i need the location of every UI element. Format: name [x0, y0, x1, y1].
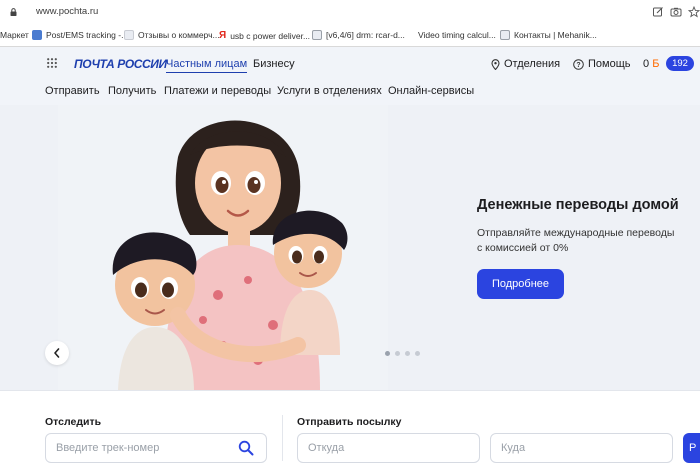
carousel-dot[interactable] — [385, 351, 390, 356]
subnav-office-services[interactable]: Услуги в отделениях — [277, 85, 382, 97]
bookmark-label: Video timing calcul... — [418, 30, 496, 40]
more-details-button[interactable]: Подробнее — [477, 269, 564, 299]
location-pin-icon — [491, 58, 500, 70]
document-favicon-icon — [312, 30, 322, 40]
hero-illustration — [58, 105, 388, 390]
svg-text:?: ? — [576, 62, 580, 69]
bookmark-item[interactable]: Я usb c power deliver... — [219, 30, 310, 41]
bookmark-label: Отзывы о коммерч... — [138, 30, 220, 40]
carousel-dot[interactable] — [405, 351, 410, 356]
chevron-left-icon — [54, 348, 60, 358]
bookmark-label: Post/EMS tracking -... — [46, 30, 129, 40]
nav-private-persons[interactable]: Частным лицам — [166, 58, 248, 73]
calculate-button[interactable]: Р — [683, 433, 700, 463]
edit-icon[interactable] — [652, 6, 664, 18]
nav-business[interactable]: Бизнесу — [253, 58, 295, 70]
subnav-online-services[interactable]: Онлайн-сервисы — [388, 85, 474, 97]
carousel-prev-button[interactable] — [45, 341, 69, 365]
help-link[interactable]: ? Помощь — [573, 58, 631, 70]
camera-icon[interactable] — [670, 6, 682, 18]
browser-address-bar: www.pochta.ru — [0, 0, 700, 25]
bookmark-label: Маркет — [0, 30, 29, 40]
hero-description: Отправляйте международные переводы с ком… — [477, 227, 675, 254]
bookmark-label: Контакты | Mehanik... — [514, 30, 597, 40]
points-value: 0 — [643, 58, 650, 70]
bookmark-item[interactable]: Отзывы о коммерч... — [124, 30, 220, 40]
points-balance[interactable]: 0 Б — [643, 58, 659, 70]
track-label: Отследить — [45, 416, 102, 428]
send-parcel-label: Отправить посылку — [297, 416, 402, 428]
carousel-dot[interactable] — [415, 351, 420, 356]
points-unit: Б — [652, 58, 660, 70]
document-favicon-icon — [500, 30, 510, 40]
lock-icon — [10, 8, 17, 16]
help-icon: ? — [573, 58, 584, 70]
yandex-favicon-icon: Я — [219, 30, 227, 41]
panel-divider — [282, 415, 283, 461]
search-icon[interactable] — [238, 440, 254, 456]
notification-badge[interactable]: 192 — [666, 56, 694, 71]
url-text[interactable]: www.pochta.ru — [36, 6, 98, 17]
bookmark-item[interactable]: [v6,4/6] drm: rcar-d... — [312, 30, 405, 40]
help-label: Помощь — [588, 58, 631, 70]
star-icon[interactable] — [688, 6, 700, 18]
offices-label: Отделения — [504, 58, 561, 70]
post-tracking-favicon-icon — [32, 30, 42, 40]
bookmark-item[interactable]: Контакты | Mehanik... — [500, 30, 597, 40]
bookmark-label: usb c power deliver... — [230, 30, 311, 41]
subnav-send[interactable]: Отправить — [45, 85, 100, 97]
bookmark-item[interactable]: Post/EMS tracking -... — [32, 30, 128, 40]
page-favicon-icon — [124, 30, 134, 40]
subnav-receive[interactable]: Получить — [108, 85, 156, 97]
hero-title: Денежные переводы домой — [477, 197, 679, 213]
bookmark-item[interactable]: Маркет — [0, 30, 29, 40]
to-input[interactable] — [490, 433, 673, 463]
pochta-logo[interactable]: ПОЧТА РОССИИ — [74, 57, 167, 71]
subnav-payments[interactable]: Платежи и переводы — [164, 85, 271, 97]
offices-link[interactable]: Отделения — [491, 58, 560, 70]
bookmark-item[interactable]: Video timing calcul... — [418, 30, 496, 40]
carousel-dot[interactable] — [395, 351, 400, 356]
carousel-dots — [385, 351, 420, 356]
bookmark-label: [v6,4/6] drm: rcar-d... — [326, 30, 405, 40]
track-number-input[interactable] — [45, 433, 267, 463]
bookmarks-bar: Маркет Post/EMS tracking -... Отзывы о к… — [0, 25, 700, 47]
apps-grid-icon[interactable] — [47, 58, 57, 68]
from-input[interactable] — [297, 433, 480, 463]
